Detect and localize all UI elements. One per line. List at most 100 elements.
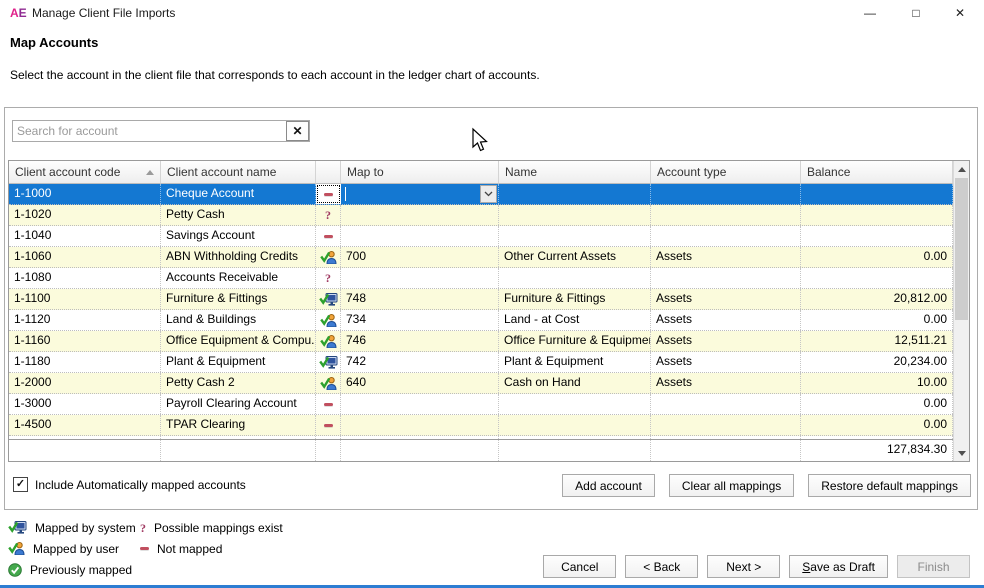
grid-row-1-1160[interactable]: 1-1160Office Equipment & Compu...746Offi… <box>9 331 953 352</box>
accounts-grid: Client account code Client account name … <box>8 160 970 462</box>
search-input[interactable] <box>13 121 286 141</box>
mapping-status-cell <box>316 415 341 435</box>
back-button[interactable]: < Back <box>625 555 698 578</box>
column-header-account-type[interactable]: Account type <box>651 161 801 184</box>
filler-cell <box>316 436 341 439</box>
not-mapped-icon <box>140 547 149 550</box>
scroll-down-button[interactable] <box>954 445 969 461</box>
grid-row-1-3000[interactable]: 1-3000Payroll Clearing Account 0.00 <box>9 394 953 415</box>
clear-all-mappings-button[interactable]: Clear all mappings <box>669 474 794 497</box>
grid-row-1-1060[interactable]: 1-1060ABN Withholding Credits700Other Cu… <box>9 247 953 268</box>
grid-row-1-4500[interactable]: 1-4500TPAR Clearing0.00 <box>9 415 953 436</box>
close-button[interactable]: ✕ <box>938 0 982 26</box>
client-account-code-cell: 1-1080 <box>9 268 161 288</box>
grid-row-1-1040[interactable]: 1-1040Savings Account <box>9 226 953 247</box>
grid-row-1-1120[interactable]: 1-1120Land & Buildings734Land - at CostA… <box>9 310 953 331</box>
grid-row-1-1180[interactable]: 1-1180Plant & Equipment742Plant & Equipm… <box>9 352 953 373</box>
legend-label: Possible mappings exist <box>154 521 283 535</box>
grid-header-row: Client account code Client account name … <box>9 161 953 184</box>
map-to-cell[interactable] <box>341 394 499 414</box>
grid-row-1-1100[interactable]: 1-1100Furniture & Fittings748Furniture &… <box>9 289 953 310</box>
client-account-name-cell: TPAR Clearing <box>161 415 316 435</box>
save-as-draft-button[interactable]: Save as Draft <box>789 555 888 578</box>
client-account-code-cell: 1-1180 <box>9 352 161 372</box>
map-to-cell[interactable]: 640 <box>341 373 499 393</box>
map-to-cell[interactable] <box>341 415 499 435</box>
filler-cell <box>9 436 161 439</box>
column-header-balance[interactable]: Balance <box>801 161 953 184</box>
map-to-cell[interactable]: 748 <box>341 289 499 309</box>
minimize-button[interactable]: — <box>848 0 892 26</box>
summary-cell <box>651 440 801 461</box>
scrollbar-thumb[interactable] <box>955 178 968 320</box>
client-account-code-cell: 1-1060 <box>9 247 161 267</box>
map-to-cell[interactable]: 734 <box>341 310 499 330</box>
search-box: ✕ <box>12 120 310 142</box>
client-account-name-cell: Land & Buildings <box>161 310 316 330</box>
restore-default-mappings-button[interactable]: Restore default mappings <box>808 474 971 497</box>
map-to-cell[interactable]: 742 <box>341 352 499 372</box>
ledger-name-cell: Office Furniture & Equipment <box>499 331 651 351</box>
column-header-map-to[interactable]: Map to <box>341 161 499 184</box>
close-icon: ✕ <box>955 6 965 20</box>
column-header-name[interactable]: Name <box>499 161 651 184</box>
mapping-status-cell <box>316 184 341 204</box>
cancel-button[interactable]: Cancel <box>543 555 616 578</box>
client-account-name-cell: Furniture & Fittings <box>161 289 316 309</box>
mapping-status-cell <box>316 373 341 393</box>
ledger-name-cell: Furniture & Fittings <box>499 289 651 309</box>
legend-item-not-mapped: Not mapped <box>140 538 360 559</box>
app-logo-icon: AE <box>10 6 27 20</box>
grid-row-1-2000[interactable]: 1-2000Petty Cash 2640Cash on HandAssets1… <box>9 373 953 394</box>
map-to-cell[interactable] <box>341 184 499 204</box>
account-type-cell: Assets <box>651 289 801 309</box>
not-mapped-icon <box>324 235 333 238</box>
balance-cell <box>801 268 953 288</box>
client-account-name-cell: Payroll Clearing Account <box>161 394 316 414</box>
map-to-cell[interactable] <box>341 268 499 288</box>
include-auto-mapped-checkbox[interactable]: ✓ Include Automatically mapped accounts <box>13 477 246 492</box>
column-header-client-account-name[interactable]: Client account name <box>161 161 316 184</box>
grid-row-1-1020[interactable]: 1-1020Petty Cash? <box>9 205 953 226</box>
filler-cell <box>161 436 316 439</box>
map-to-cell[interactable] <box>341 205 499 225</box>
next-button[interactable]: Next > <box>707 555 780 578</box>
filler-cell <box>499 436 651 439</box>
client-account-code-cell: 1-3000 <box>9 394 161 414</box>
account-type-cell: Assets <box>651 247 801 267</box>
balance-cell: 0.00 <box>801 394 953 414</box>
maximize-button[interactable]: □ <box>894 0 938 26</box>
map-to-dropdown-button[interactable] <box>480 185 497 203</box>
map-to-cell[interactable]: 700 <box>341 247 499 267</box>
legend-label: Mapped by system <box>35 521 136 535</box>
vertical-scrollbar[interactable] <box>953 161 969 461</box>
mapping-status-cell: ? <box>316 205 341 225</box>
client-account-code-cell: 1-1040 <box>9 226 161 246</box>
balance-cell: 0.00 <box>801 415 953 435</box>
client-account-name-cell: Cheque Account <box>161 184 316 204</box>
grid-row-1-1080[interactable]: 1-1080Accounts Receivable? <box>9 268 953 289</box>
map-to-cell[interactable]: 746 <box>341 331 499 351</box>
grid-action-buttons: Add account Clear all mappings Restore def… <box>562 474 971 497</box>
clear-search-button[interactable]: ✕ <box>286 121 309 141</box>
grid-row-1-1000[interactable]: 1-1000Cheque Account <box>9 184 953 205</box>
mapped-by-user-icon <box>8 542 25 555</box>
ledger-name-cell <box>499 184 651 204</box>
column-header-client-account-code[interactable]: Client account code <box>9 161 161 184</box>
client-account-code-cell: 1-1100 <box>9 289 161 309</box>
add-account-button[interactable]: Add account <box>562 474 655 497</box>
mapping-status-cell: ? <box>316 268 341 288</box>
scroll-up-button[interactable] <box>954 161 969 177</box>
account-type-cell <box>651 205 801 225</box>
legend-item-user: Mapped by user <box>8 538 158 559</box>
map-to-cell[interactable] <box>341 226 499 246</box>
ledger-name-cell <box>499 415 651 435</box>
checkbox-label: Include Automatically mapped accounts <box>35 478 246 492</box>
minimize-icon: — <box>864 6 876 20</box>
mapped-by-user-icon <box>320 335 337 348</box>
filler-cell <box>651 436 801 439</box>
column-header-status[interactable] <box>316 161 341 184</box>
checkbox-check-icon[interactable]: ✓ <box>13 477 28 492</box>
client-account-name-cell: Office Equipment & Compu... <box>161 331 316 351</box>
ledger-name-cell <box>499 205 651 225</box>
